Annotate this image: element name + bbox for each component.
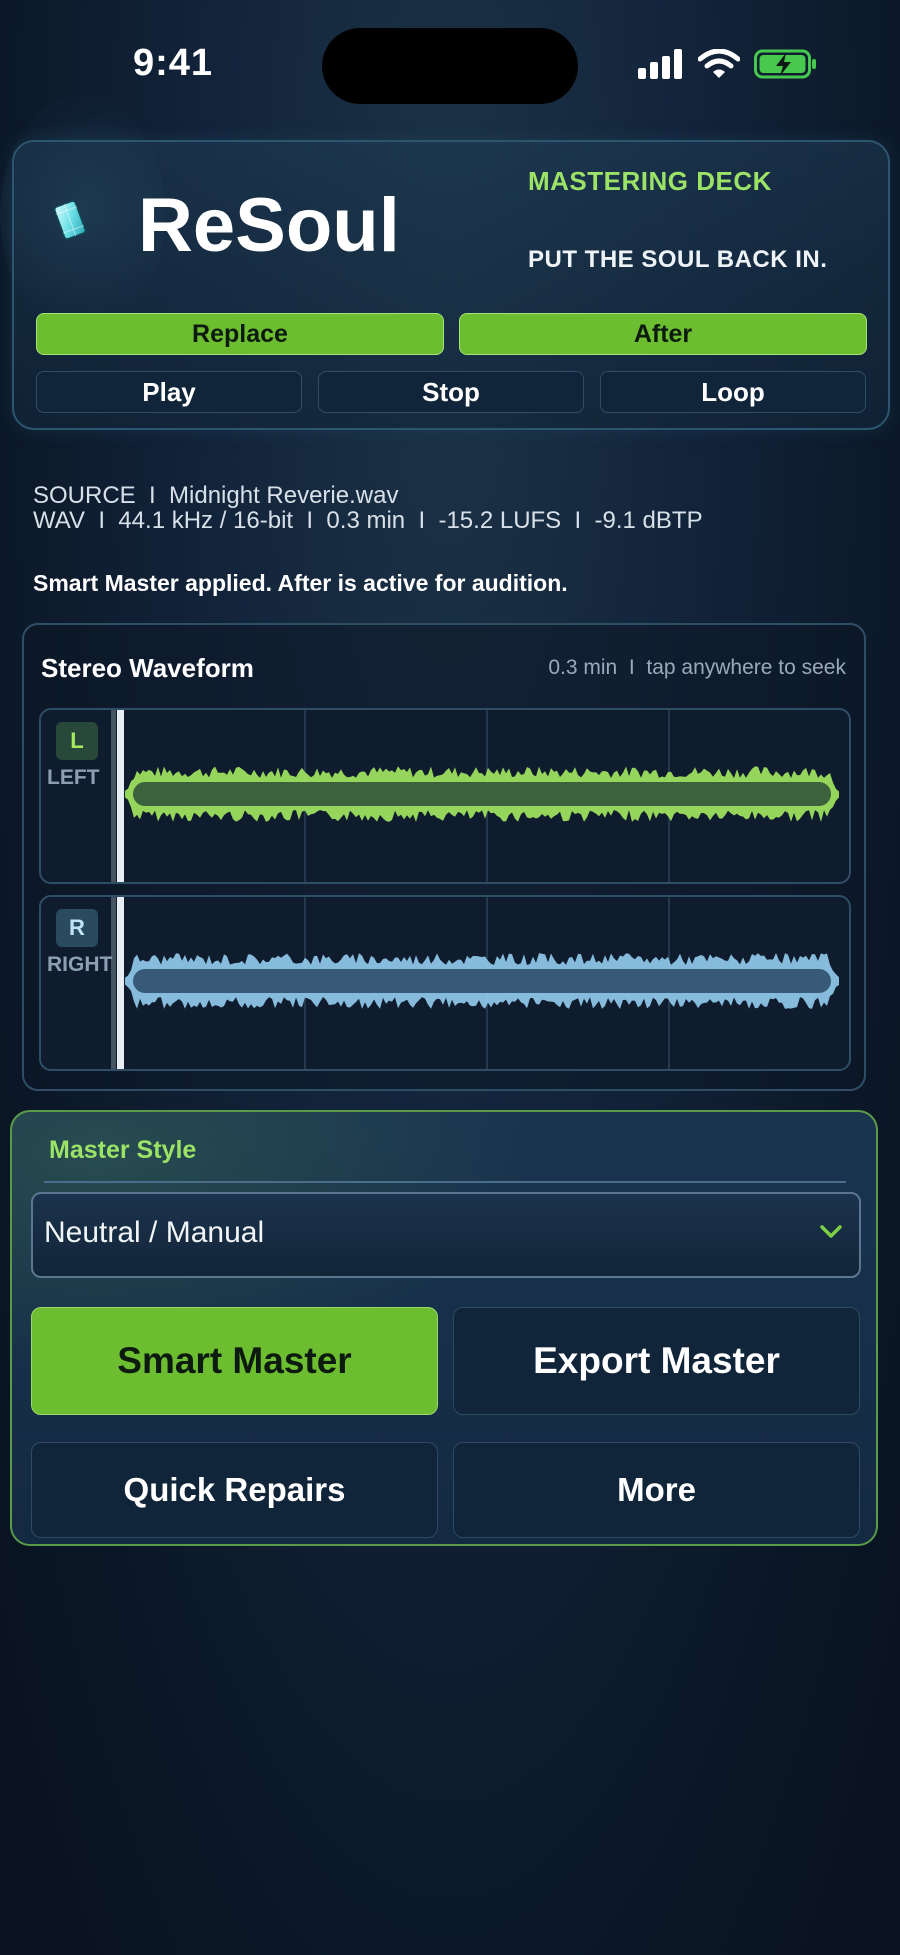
waveform-title: Stereo Waveform [41,653,254,683]
waveform-meta: 0.3 min I tap anywhere to seek [548,656,846,679]
right-channel-label: RIGHT [47,953,113,976]
dynamic-island [322,28,578,104]
header-card: ReSoul MASTERING DECK PUT THE SOUL BACK … [12,140,890,430]
master-style-label: Master Style [49,1136,197,1164]
loop-button[interactable]: Loop [600,371,866,413]
gem-logo-icon [53,200,87,240]
quick-repairs-button[interactable]: Quick Repairs [31,1442,438,1538]
source-file-info: SOURCE I Midnight Reverie.wav [33,482,399,509]
wifi-icon [698,49,740,78]
play-button[interactable]: Play [36,371,302,413]
right-channel-waveform[interactable]: R RIGHT [39,895,851,1071]
waveform-core [133,969,831,993]
right-waveform-graphic [111,897,839,1069]
more-button[interactable]: More [453,1442,860,1538]
after-button[interactable]: After [459,313,867,355]
master-style-panel: Master Style Neutral / Manual Smart Mast… [10,1110,878,1546]
status-time: 9:41 [133,42,214,84]
chevron-down-icon [820,1225,842,1238]
left-waveform-graphic [111,710,839,882]
app-title: ReSoul [138,183,400,268]
status-notice: Smart Master applied. After is active fo… [33,570,568,596]
left-channel-label: LEFT [47,766,100,789]
right-channel-badge: R [56,909,98,947]
cellular-signal-icon [638,49,682,79]
stereo-waveform-panel[interactable]: Stereo Waveform 0.3 min I tap anywhere t… [22,623,866,1091]
playhead-shadow [111,710,116,882]
waveform-core [133,782,831,806]
export-master-button[interactable]: Export Master [453,1307,860,1415]
deck-label: MASTERING DECK [528,166,772,196]
left-channel-badge: L [56,722,98,760]
divider [44,1181,846,1183]
status-icons [638,48,818,80]
source-format-info: WAV I 44.1 kHz / 16-bit I 0.3 min I -15.… [33,507,703,534]
battery-charging-icon [754,49,816,79]
master-style-select[interactable]: Neutral / Manual [31,1192,861,1278]
stop-button[interactable]: Stop [318,371,584,413]
playhead [117,710,124,882]
playhead [117,897,124,1069]
tagline: PUT THE SOUL BACK IN. [528,246,828,273]
status-bar: 9:41 [0,0,900,130]
replace-button[interactable]: Replace [36,313,444,355]
playhead-shadow [111,897,116,1069]
master-style-value: Neutral / Manual [44,1216,265,1249]
left-channel-waveform[interactable]: L LEFT [39,708,851,884]
smart-master-button[interactable]: Smart Master [31,1307,438,1415]
